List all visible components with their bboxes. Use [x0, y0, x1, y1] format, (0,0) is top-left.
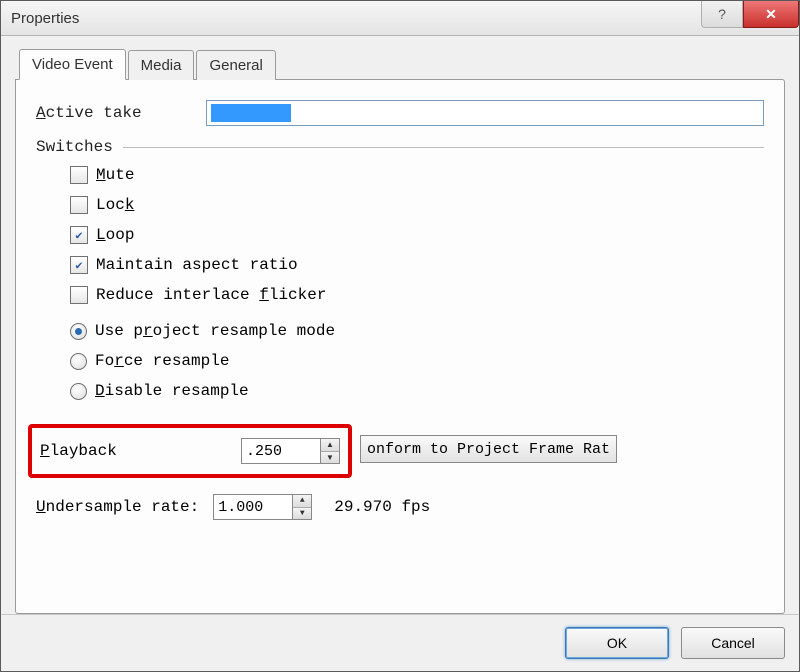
label-mute: Mute — [96, 166, 134, 184]
label-undersample: Undersample rate: — [36, 498, 199, 516]
radio-icon — [70, 383, 87, 400]
dialog-footer: OK Cancel — [1, 614, 799, 671]
active-take-selection — [211, 104, 291, 122]
spin-up-icon[interactable]: ▲ — [293, 495, 311, 508]
check-lock[interactable]: Lock — [70, 196, 764, 214]
playback-value[interactable] — [241, 438, 320, 464]
help-button[interactable]: ? — [701, 1, 743, 28]
radio-force-resample[interactable]: Force resample — [70, 352, 764, 370]
label-disable-resample: Disable resample — [95, 382, 249, 400]
fps-display: 29.970 fps — [334, 498, 430, 516]
tab-general[interactable]: General — [196, 50, 275, 80]
radio-disable-resample[interactable]: Disable resample — [70, 382, 764, 400]
title-controls: ? ✕ — [701, 1, 799, 27]
checkbox-icon — [70, 286, 88, 304]
row-active-take: Active take — [36, 100, 764, 126]
tab-panel-video-event: Active take Switches Mute Lock ✔ — [15, 79, 785, 614]
label-loop: Loop — [96, 226, 134, 244]
checkbox-icon — [70, 196, 88, 214]
client-area: Video Event Media General Active take Sw… — [1, 36, 799, 614]
spin-buttons[interactable]: ▲ ▼ — [292, 494, 312, 520]
row-undersample: Undersample rate: ▲ ▼ 29.970 fps — [36, 494, 764, 520]
checkbox-icon — [70, 166, 88, 184]
label-playback: Playback — [40, 442, 233, 460]
spin-down-icon[interactable]: ▼ — [321, 452, 339, 464]
window-title: Properties — [1, 10, 79, 27]
checkbox-icon: ✔ — [70, 226, 88, 244]
playback-highlight: Playback ▲ ▼ — [28, 424, 352, 478]
conform-label: onform to Project Frame Rat — [367, 441, 610, 458]
label-flicker: Reduce interlace flicker — [96, 286, 326, 304]
active-take-input[interactable] — [206, 100, 764, 126]
check-mute[interactable]: Mute — [70, 166, 764, 184]
ok-button[interactable]: OK — [565, 627, 669, 659]
close-icon: ✕ — [765, 6, 777, 23]
label-lock: Lock — [96, 196, 134, 214]
undersample-spinner[interactable]: ▲ ▼ — [213, 494, 312, 520]
tab-media[interactable]: Media — [128, 50, 195, 80]
check-loop[interactable]: ✔ Loop — [70, 226, 764, 244]
conform-frame-rate-button[interactable]: onform to Project Frame Rat — [360, 435, 617, 463]
label-project-resample: Use project resample mode — [95, 322, 335, 340]
label-aspect: Maintain aspect ratio — [96, 256, 298, 274]
label-switches: Switches — [36, 138, 113, 156]
help-icon: ? — [718, 6, 726, 22]
check-flicker[interactable]: Reduce interlace flicker — [70, 286, 764, 304]
divider-switches — [123, 147, 764, 148]
label-force-resample: Force resample — [95, 352, 229, 370]
tab-video-event[interactable]: Video Event — [19, 49, 126, 80]
undersample-value[interactable] — [213, 494, 292, 520]
playback-spinner[interactable]: ▲ ▼ — [241, 438, 340, 464]
checkbox-icon: ✔ — [70, 256, 88, 274]
spin-down-icon[interactable]: ▼ — [293, 508, 311, 520]
radio-icon — [70, 323, 87, 340]
spin-up-icon[interactable]: ▲ — [321, 439, 339, 452]
tabstrip: Video Event Media General — [19, 48, 785, 79]
radio-icon — [70, 353, 87, 370]
cancel-button[interactable]: Cancel — [681, 627, 785, 659]
radio-project-resample[interactable]: Use project resample mode — [70, 322, 764, 340]
titlebar: Properties ? ✕ — [1, 1, 799, 36]
close-button[interactable]: ✕ — [743, 1, 799, 28]
label-active-take: Active take — [36, 104, 206, 122]
spin-buttons[interactable]: ▲ ▼ — [320, 438, 340, 464]
properties-dialog: Properties ? ✕ Video Event Media General… — [0, 0, 800, 672]
group-switches: Switches — [36, 138, 764, 156]
check-aspect[interactable]: ✔ Maintain aspect ratio — [70, 256, 764, 274]
